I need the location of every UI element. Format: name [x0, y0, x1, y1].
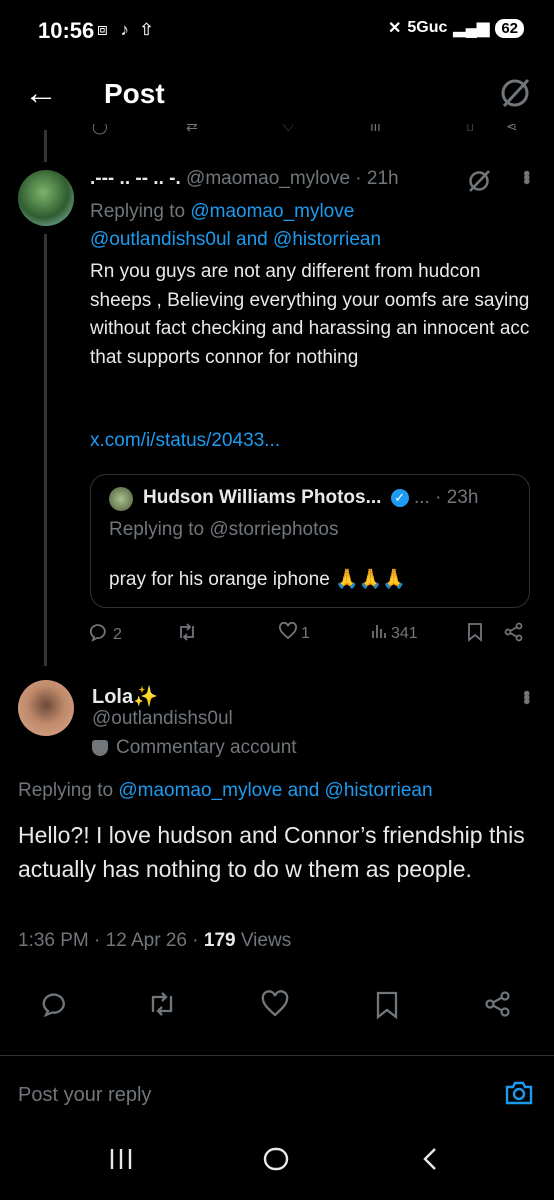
thread-line [44, 130, 47, 162]
retweet-icon[interactable] [146, 990, 178, 1023]
views-count: 179 [203, 930, 236, 951]
tweet-time: 21h [366, 168, 399, 189]
page-title: Post [104, 78, 165, 109]
avatar[interactable] [18, 170, 74, 226]
status-right: ✕ 5Guc ▂▄▆ 62 [388, 18, 524, 38]
like-count: 1 [301, 624, 310, 642]
replying-to: Replying to @maomao_mylove and @historri… [18, 780, 433, 802]
notification-icons: ⧈ ♪ ⇧ [97, 20, 156, 39]
top-bar: ← Post [0, 60, 554, 130]
camera-icon[interactable] [504, 1080, 534, 1111]
divider [0, 1055, 554, 1056]
reply-input[interactable]: Post your reply [18, 1084, 151, 1107]
quoted-time: 23h [446, 487, 479, 508]
retweet-icon[interactable]: ⇄ [186, 124, 198, 135]
status-link[interactable]: x.com/i/status/20433... [90, 430, 280, 452]
share-button[interactable] [504, 622, 524, 647]
back-icon[interactable] [420, 1147, 440, 1176]
focused-tweet-actions [0, 990, 554, 1030]
tweet-meta: 1:36 PM · 12 Apr 26 · 179 Views [18, 930, 291, 952]
share-icon [504, 622, 524, 647]
views-count: 341 [391, 624, 418, 642]
mute-icon: ✕ [387, 20, 402, 37]
replying-label: Replying to [90, 201, 186, 222]
quoted-tweet[interactable]: Hudson Williams Photos... ✓ ... · 23h Re… [90, 474, 530, 608]
replying-to: Replying to @maomao_mylove @outlandishs0… [90, 198, 530, 254]
handle[interactable]: @outlandishs0ul [92, 708, 233, 730]
bookmark-icon[interactable] [374, 990, 400, 1025]
reply-icon[interactable] [42, 990, 70, 1023]
quoted-header: Hudson Williams Photos... ✓ ... · 23h [143, 487, 478, 509]
home-icon[interactable] [262, 1147, 290, 1176]
back-arrow-icon[interactable]: ← [24, 74, 58, 113]
tweet-text: Rn you guys are not any different from h… [90, 261, 530, 368]
like-icon[interactable] [260, 990, 290, 1023]
tweet-text: Hello?! I love hudson and Connor’s frien… [18, 822, 525, 882]
handle[interactable]: @maomao_mylove [186, 168, 350, 189]
grok-icon[interactable] [498, 76, 532, 115]
bookmark-icon[interactable]: ⌷ [466, 124, 474, 135]
verified-badge-icon: ✓ [390, 488, 409, 507]
quoted-display-name: Hudson Williams Photos... [143, 487, 382, 508]
display-name[interactable]: .--- .. -- .. -. [90, 168, 181, 189]
share-icon[interactable]: ⋖ [506, 124, 518, 135]
previous-actions-row: ◯ ⇄ ♡ ılı ⌷ ⋖ [0, 124, 554, 138]
display-name[interactable]: Lola✨ [92, 684, 158, 709]
retweet-icon [176, 622, 198, 647]
mention-link[interactable]: @maomao_mylove and @historriean [118, 780, 432, 801]
like-icon [278, 621, 298, 645]
tweet-header: .--- .. -- .. -. @maomao_mylove · 21h [90, 168, 399, 190]
quoted-dots: ... [413, 487, 430, 508]
bookmark-icon [466, 622, 484, 647]
tweet-actions: 2 1 341 [89, 621, 530, 648]
quoted-replying: Replying to @storriephotos [109, 519, 339, 540]
retweet-button[interactable] [176, 622, 198, 647]
mention-link[interactable]: @outlandishs0ul [90, 229, 231, 250]
battery-level: 62 [495, 18, 524, 38]
like-icon[interactable]: ♡ [282, 124, 295, 135]
views-icon[interactable]: ılı [370, 124, 381, 134]
share-icon[interactable] [484, 990, 512, 1023]
quoted-text: pray for his orange iphone 🙏🙏🙏 [109, 569, 407, 590]
separator-dot: · [435, 487, 442, 508]
account-label-text: Commentary account [116, 737, 297, 758]
mention-link[interactable]: @historriean [273, 229, 381, 250]
replying-label: Replying to [18, 780, 114, 801]
signal-icon: ▂▄▆ [453, 20, 490, 37]
timestamp[interactable]: 1:36 PM · 12 Apr 26 · [18, 930, 204, 951]
like-button[interactable]: 1 [278, 621, 310, 645]
more-options-icon[interactable]: ••• [514, 170, 537, 182]
avatar[interactable] [18, 680, 74, 736]
status-bar: 10:56 ⧈ ♪ ⇧ ✕ 5Guc ▂▄▆ 62 [0, 0, 554, 60]
reply-count: 2 [113, 625, 122, 643]
network-label: 5Guc [407, 19, 448, 36]
views-button[interactable]: 341 [370, 622, 418, 645]
reply-icon [89, 622, 110, 647]
grok-icon[interactable] [466, 168, 492, 199]
mention-link[interactable]: @maomao_mylove [190, 201, 354, 222]
reply-button[interactable]: 2 [89, 622, 122, 647]
reply-icon[interactable]: ◯ [92, 124, 108, 135]
views-label: Views [235, 930, 292, 951]
avatar [109, 487, 133, 511]
views-icon [370, 622, 388, 645]
clock: 10:56 [38, 18, 95, 43]
account-label: Commentary account [92, 737, 297, 759]
thread-line [44, 234, 47, 666]
more-options-icon[interactable]: ••• [514, 690, 537, 702]
bookmark-button[interactable] [466, 622, 484, 647]
recent-apps-icon[interactable] [108, 1147, 134, 1176]
system-nav-bar [0, 1125, 554, 1200]
separator-dot: · [355, 168, 362, 189]
mask-icon [92, 740, 108, 756]
replying-and: and [236, 229, 268, 250]
